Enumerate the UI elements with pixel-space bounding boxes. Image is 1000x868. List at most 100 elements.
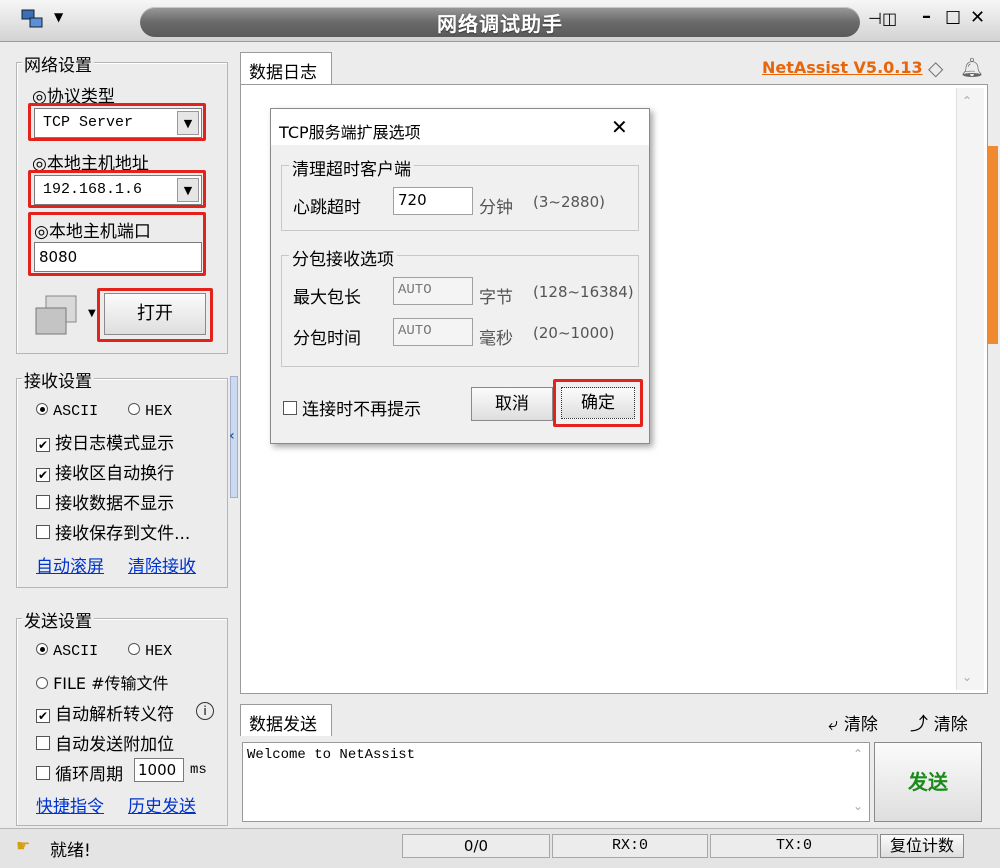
parse-escape-label: 自动解析转义符 (55, 705, 175, 725)
auto-scroll-link[interactable]: 自动滚屏 (36, 552, 104, 577)
receive-hex-radio[interactable]: HEX (128, 400, 172, 420)
max-length-label: 最大包长 (293, 288, 361, 308)
no-prompt-checkbox[interactable]: 连接时不再提示 (283, 395, 421, 420)
append-bit-checkbox[interactable]: 自动发送附加位 (36, 730, 174, 755)
receive-ascii-radio[interactable]: ASCII (36, 400, 98, 420)
orange-side-bar (988, 146, 998, 344)
send-ascii-label: ASCII (53, 643, 99, 660)
max-length-range: (128~16384) (533, 283, 634, 301)
open-button[interactable]: 打开 (104, 293, 206, 335)
max-length-value: AUTO (398, 282, 432, 298)
append-bit-label: 自动发送附加位 (55, 735, 175, 755)
auto-wrap-label: 接收区自动换行 (55, 464, 175, 484)
parse-escape-checkbox[interactable]: ✔ 自动解析转义符 (36, 700, 174, 725)
ok-button[interactable]: 确定 (561, 387, 635, 419)
packet-group (281, 255, 639, 367)
no-prompt-label: 连接时不再提示 (302, 400, 422, 420)
send-file-radio[interactable]: FILE #传输文件 (36, 670, 169, 694)
log-scrollbar[interactable] (956, 88, 984, 690)
collapse-arrow-icon[interactable]: ‹ (229, 428, 235, 444)
system-menu-arrow-icon[interactable]: ▼ (54, 10, 63, 24)
save-file-checkbox[interactable]: 接收保存到文件... (36, 519, 190, 544)
history-link[interactable]: 历史发送 (128, 792, 196, 817)
auto-wrap-checkbox[interactable]: ✔ 接收区自动换行 (36, 459, 174, 484)
scroll-up-icon[interactable]: ⌃ (962, 94, 972, 108)
clear-receive-link[interactable]: 清除接收 (128, 552, 196, 577)
status-tx: TX:0 (710, 834, 878, 858)
packet-time-label: 分包时间 (293, 329, 361, 349)
status-counter: 0/0 (402, 834, 550, 858)
cycle-checkbox[interactable]: 循环周期 (36, 760, 123, 785)
bell-icon[interactable]: 🔔︎ (960, 56, 984, 79)
minimize-button[interactable]: – (922, 6, 931, 27)
receive-settings-label: 接收设置 (22, 367, 94, 392)
radio-checked-icon (36, 403, 48, 415)
scroll-down-icon[interactable]: ⌄ (853, 799, 863, 813)
send-settings-label: 发送设置 (22, 607, 94, 632)
info-icon[interactable]: i (196, 702, 214, 720)
tab-data-send[interactable]: 数据发送 (240, 704, 332, 736)
host-select[interactable]: 192.168.1.6 ▼ (34, 175, 202, 205)
port-input[interactable]: 8080 (34, 242, 202, 272)
checkbox-icon (36, 766, 50, 780)
heartbeat-unit: 分钟 (479, 198, 513, 218)
pin-icon[interactable]: ⊣◫ (868, 9, 897, 28)
packet-time-input[interactable]: AUTO (393, 318, 473, 346)
dialog-close-icon[interactable]: ✕ (611, 115, 628, 139)
network-settings-label: 网络设置 (22, 51, 94, 76)
scroll-down-icon[interactable]: ⌄ (962, 670, 972, 684)
app-icon[interactable] (20, 8, 44, 30)
hide-data-label: 接收数据不显示 (55, 494, 175, 514)
protocol-select[interactable]: TCP Server ▼ (34, 108, 202, 138)
reset-counter-button[interactable]: 复位计数 (880, 834, 964, 858)
clear-history-button[interactable]: ⤶ 清除 (828, 710, 878, 735)
checkbox-checked-icon: ✔ (36, 468, 50, 482)
heartbeat-value: 720 (398, 191, 427, 209)
cycle-label: 循环周期 (55, 765, 124, 785)
diamond-icon[interactable]: ◇ (928, 56, 943, 80)
chevron-down-icon[interactable]: ▼ (177, 178, 199, 202)
tab-data-log[interactable]: 数据日志 (240, 52, 332, 84)
send-ascii-radio[interactable]: ASCII (36, 640, 98, 660)
cancel-button[interactable]: 取消 (471, 387, 553, 421)
shortcut-link[interactable]: 快捷指令 (36, 792, 104, 817)
clear-input-button[interactable]: ⤴ 清除 (910, 710, 968, 736)
port-label: ◎本地主机端口 (34, 222, 151, 242)
checkbox-checked-icon: ✔ (36, 709, 50, 723)
arrow-down-left-icon: ⤶ (828, 714, 839, 735)
send-hex-radio[interactable]: HEX (128, 640, 172, 660)
connection-dropdown-icon[interactable]: ▼ (88, 308, 96, 319)
clear-history-label: 清除 (843, 715, 878, 735)
send-input[interactable]: Welcome to NetAssist ⌃ ⌄ (242, 742, 870, 822)
dialog-title: TCP服务端扩展选项 (279, 123, 421, 142)
checkbox-icon (36, 495, 50, 509)
protocol-value: TCP Server (43, 114, 134, 131)
cycle-input[interactable]: 1000 (134, 758, 184, 782)
scroll-up-icon[interactable]: ⌃ (853, 747, 863, 761)
checkbox-icon (283, 401, 297, 415)
max-length-input[interactable]: AUTO (393, 277, 473, 305)
log-mode-checkbox[interactable]: ✔ 按日志模式显示 (36, 429, 174, 454)
packet-group-label: 分包接收选项 (289, 245, 397, 270)
heartbeat-input[interactable]: 720 (393, 187, 473, 215)
connection-icon[interactable] (32, 294, 86, 338)
radio-icon (128, 643, 140, 655)
packet-time-unit: 毫秒 (479, 329, 513, 349)
arrow-up-left-icon: ⤴ (910, 714, 928, 735)
cleanup-group-label: 清理超时客户端 (289, 155, 414, 180)
brand-link[interactable]: NetAssist V5.0.13 (762, 58, 923, 77)
close-button[interactable]: ✕ (970, 7, 985, 28)
checkbox-icon (36, 525, 50, 539)
chevron-down-icon[interactable]: ▼ (177, 111, 199, 135)
tab-data-log-label: 数据日志 (249, 63, 317, 83)
hide-data-checkbox[interactable]: 接收数据不显示 (36, 489, 174, 514)
status-rx: RX:0 (552, 834, 708, 858)
status-ready: 就绪! (50, 841, 91, 861)
checkbox-checked-icon: ✔ (36, 438, 50, 452)
pointer-hand-icon: ☛ (16, 836, 31, 855)
clear-input-label: 清除 (933, 715, 968, 735)
maximize-button[interactable]: ☐ (945, 8, 961, 29)
packet-time-value: AUTO (398, 323, 432, 339)
send-button[interactable]: 发送 (874, 742, 982, 822)
title-bar: ▼ 网络调试助手 ⊣◫ – ☐ ✕ (0, 0, 1000, 42)
